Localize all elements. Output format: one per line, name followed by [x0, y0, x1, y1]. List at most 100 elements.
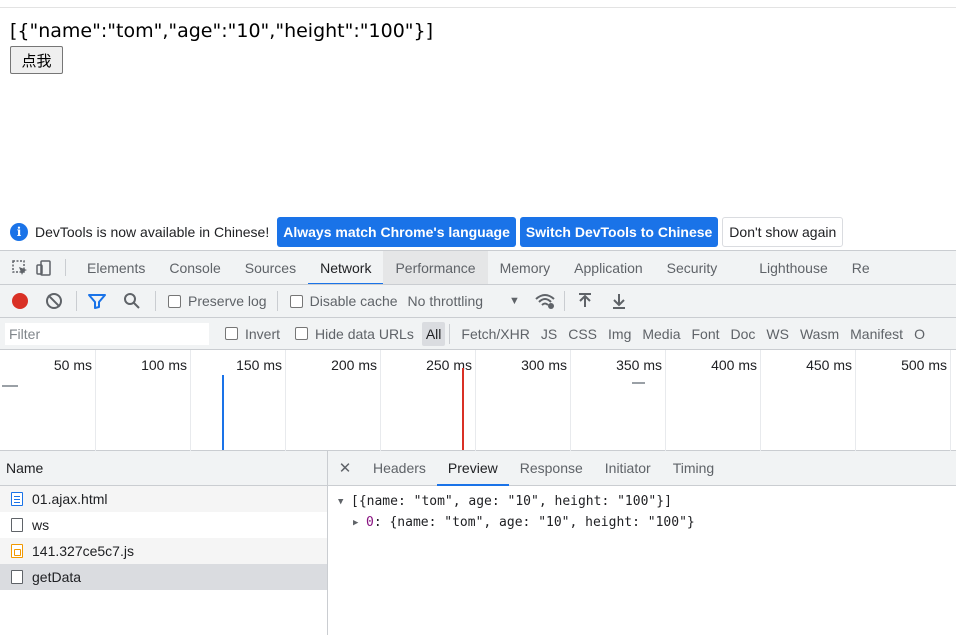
timeline-gridline	[570, 350, 571, 451]
filter-funnel-icon[interactable]	[87, 292, 107, 310]
timeline-gridline	[855, 350, 856, 451]
checkbox-box[interactable]	[168, 294, 181, 308]
preserve-log-checkbox[interactable]: Preserve log	[168, 293, 267, 309]
timeline-gridline	[190, 350, 191, 451]
tab-performance[interactable]: Performance	[383, 251, 488, 284]
request-list: Name 01.ajax.html ws 141.327ce5c7.js get…	[0, 451, 328, 635]
checkbox-box[interactable]	[295, 327, 309, 340]
tab-timing[interactable]: Timing	[662, 451, 726, 485]
tab-lighthouse[interactable]: Lighthouse	[747, 251, 840, 284]
load-event-marker	[462, 368, 464, 450]
timeline-gridline	[665, 350, 666, 451]
tab-initiator[interactable]: Initiator	[594, 451, 662, 485]
filter-type-all[interactable]: All	[421, 321, 446, 346]
invert-checkbox[interactable]: Invert	[225, 326, 280, 342]
timeline-label: 300 ms	[521, 357, 567, 373]
network-conditions-icon[interactable]	[534, 292, 556, 310]
export-har-icon[interactable]	[611, 292, 627, 310]
toolbar-divider	[155, 291, 156, 311]
tab-security[interactable]: Security	[655, 251, 748, 284]
always-match-language-button[interactable]: Always match Chrome's language	[277, 216, 516, 247]
filter-type-wasm[interactable]: Wasm	[796, 322, 843, 346]
timeline-label: 450 ms	[806, 357, 852, 373]
network-overview[interactable]: 50 ms 100 ms 150 ms 200 ms 250 ms 300 ms…	[0, 350, 956, 451]
list-item[interactable]: 141.327ce5c7.js	[0, 538, 327, 564]
tab-headers[interactable]: Headers	[362, 451, 437, 485]
list-item[interactable]: 01.ajax.html	[0, 486, 327, 512]
timeline-gridline	[95, 350, 96, 451]
filter-type-other[interactable]: O	[910, 322, 929, 346]
tab-network[interactable]: Network	[308, 251, 384, 284]
toolbar-divider	[563, 291, 565, 311]
filter-type-ws[interactable]: WS	[762, 322, 793, 346]
devtools-tabbar: Elements Console Sources Network Perform…	[0, 250, 956, 285]
timeline-label: 200 ms	[331, 357, 377, 373]
filter-divider	[449, 323, 451, 344]
inspect-element-icon[interactable]	[8, 251, 32, 284]
throttling-select[interactable]: No throttling ▼	[408, 293, 520, 309]
throttling-value: No throttling	[407, 293, 484, 309]
filter-type-fetch-xhr[interactable]: Fetch/XHR	[457, 322, 533, 346]
tab-elements[interactable]: Elements	[75, 251, 157, 284]
filter-type-manifest[interactable]: Manifest	[846, 322, 907, 346]
expand-down-icon[interactable]: ▼	[338, 497, 351, 507]
network-toolbar: Preserve log Disable cache No throttling…	[0, 285, 956, 318]
toolbar-divider	[76, 291, 77, 311]
record-icon[interactable]	[12, 293, 28, 309]
top-divider	[0, 7, 956, 8]
filter-type-doc[interactable]: Doc	[727, 322, 760, 346]
filter-type-css[interactable]: CSS	[564, 322, 601, 346]
timeline-label: 350 ms	[616, 357, 662, 373]
device-toolbar-icon[interactable]	[32, 251, 56, 284]
name-column-header[interactable]: Name	[0, 451, 327, 486]
request-detail-pane: ✕ Headers Preview Response Initiator Tim…	[328, 451, 956, 635]
close-icon[interactable]: ✕	[328, 451, 362, 485]
hide-data-urls-checkbox[interactable]: Hide data URLs	[295, 326, 414, 342]
infobar-message: DevTools is now available in Chinese!	[35, 223, 270, 240]
dom-content-loaded-marker	[222, 375, 224, 450]
clear-icon[interactable]	[46, 293, 62, 309]
click-me-button[interactable]: 点我	[10, 46, 63, 74]
search-icon[interactable]	[123, 292, 141, 310]
document-icon	[11, 492, 23, 506]
preserve-log-label: Preserve log	[188, 293, 267, 309]
checkbox-box[interactable]	[225, 327, 238, 340]
tab-sources[interactable]: Sources	[233, 251, 308, 284]
timeline-label: 50 ms	[53, 357, 92, 373]
request-name: 141.327ce5c7.js	[32, 543, 134, 559]
filter-type-media[interactable]: Media	[638, 322, 684, 346]
timeline-gridline	[950, 350, 951, 451]
filter-type-js[interactable]: JS	[537, 322, 561, 346]
script-icon	[11, 544, 23, 558]
tab-memory[interactable]: Memory	[488, 251, 563, 284]
filter-type-font[interactable]: Font	[688, 322, 724, 346]
preview-root-value: [{name: "tom", age: "10", height: "100"}…	[351, 494, 672, 509]
invert-label: Invert	[245, 325, 281, 342]
tree-child[interactable]: ▶ 0: {name: "tom", age: "10", height: "10…	[338, 512, 956, 533]
timeline-gridline	[380, 350, 381, 451]
tree-root[interactable]: ▼ [{name: "tom", age: "10", height: "100"…	[338, 491, 956, 512]
tab-recorder[interactable]: Re	[840, 251, 882, 284]
toolbar-divider	[276, 291, 278, 311]
switch-to-chinese-button[interactable]: Switch DevTools to Chinese	[519, 216, 719, 247]
tab-console[interactable]: Console	[157, 251, 232, 284]
timeline-gridline	[285, 350, 286, 451]
filter-type-img[interactable]: Img	[604, 322, 635, 346]
list-item[interactable]: ws	[0, 512, 327, 538]
timeline-gridline	[475, 350, 476, 451]
preview-child-value: : {name: "tom", age: "10", height: "100"…	[373, 515, 695, 530]
checkbox-box[interactable]	[289, 294, 303, 308]
filter-input[interactable]: Filter	[5, 322, 209, 345]
list-item[interactable]: getData	[0, 564, 327, 590]
file-icon	[11, 570, 23, 584]
chevron-down-icon: ▼	[509, 295, 520, 307]
dont-show-again-button[interactable]: Don't show again	[722, 216, 844, 247]
disable-cache-checkbox[interactable]: Disable cache	[289, 293, 398, 309]
tab-response[interactable]: Response	[509, 451, 594, 485]
language-infobar: i DevTools is now available in Chinese! …	[0, 213, 956, 250]
expand-right-icon[interactable]: ▶	[353, 518, 366, 528]
tab-preview[interactable]: Preview	[436, 451, 509, 486]
import-har-icon[interactable]	[577, 292, 593, 310]
preview-tree: ▼ [{name: "tom", age: "10", height: "100"…	[328, 486, 956, 533]
tab-application[interactable]: Application	[562, 251, 655, 284]
